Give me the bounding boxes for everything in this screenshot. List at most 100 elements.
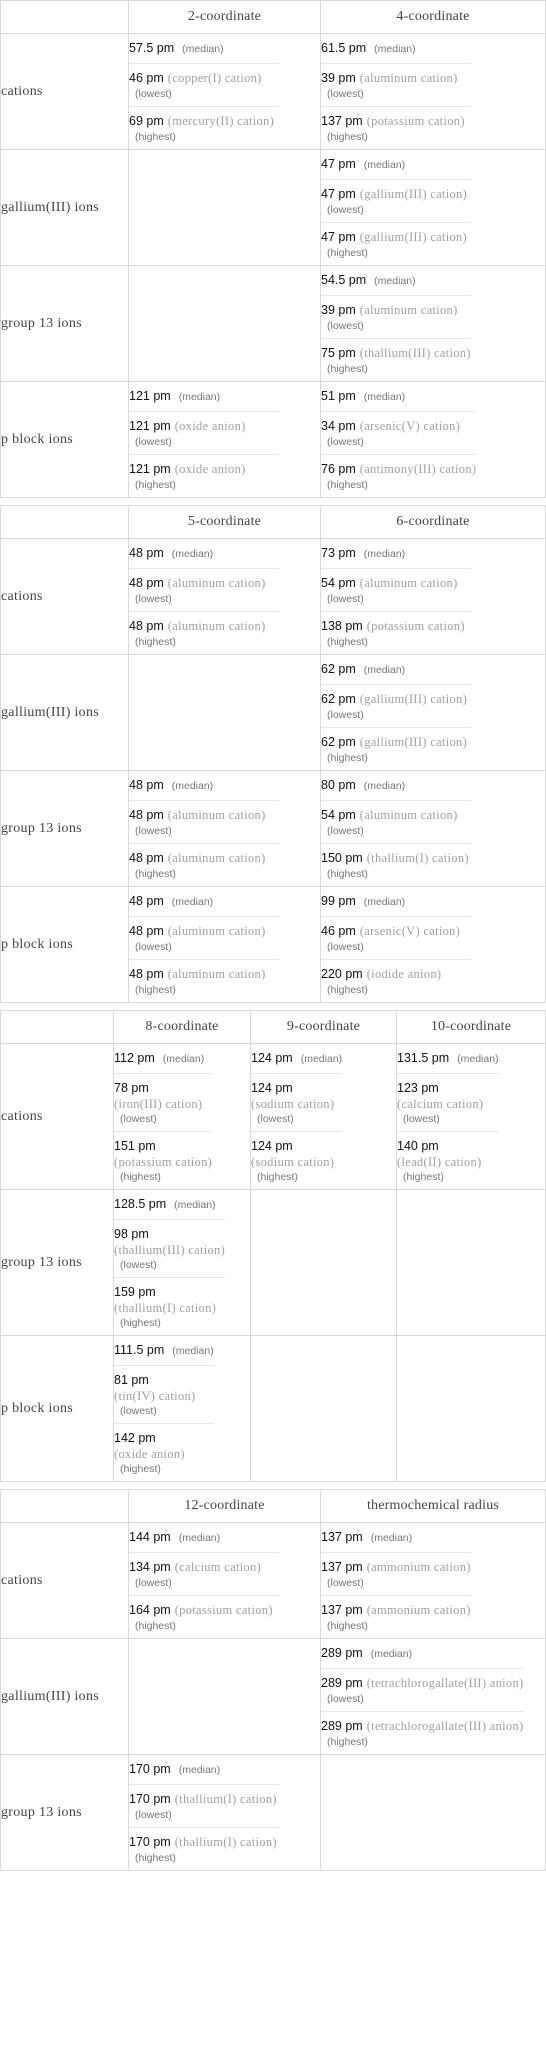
- stat-list: 61.5 pm (median) 39 pm (aluminum cation) …: [321, 34, 471, 149]
- median-tag: (median): [370, 1532, 413, 1544]
- highest-value: 121 pm: [129, 462, 171, 476]
- lowest-ion: (thallium(III) cation): [114, 1243, 226, 1257]
- value-cell: 128.5 pm (median) 98 pm (thallium(III) ca…: [113, 1189, 251, 1336]
- median-tag: (median): [374, 275, 416, 287]
- highest-value: 48 pm: [129, 967, 164, 981]
- header-row: 2-coordinate 4-coordinate: [0, 0, 546, 34]
- stat-highest: 137 pm (potassium cation) (highest): [321, 107, 471, 149]
- row-header: cations: [0, 1522, 129, 1639]
- lowest-tag: (lowest): [120, 1113, 157, 1125]
- highest-tag: (highest): [327, 479, 368, 491]
- stat-lowest: 78 pm (iron(III) cation) (lowest): [114, 1074, 213, 1132]
- ionic-radii-tables: 2-coordinate 4-coordinate cations 57.5 pm(…: [0, 0, 546, 1871]
- radius-table: 2-coordinate 4-coordinate cations 57.5 pm(…: [0, 0, 546, 498]
- row-header: group 13 ions: [0, 265, 129, 382]
- highest-value: 75 pm: [321, 346, 356, 360]
- column-header: 2-coordinate: [128, 0, 321, 34]
- highest-tag: (highest): [257, 1171, 298, 1183]
- highest-ion: (lead(II) cation): [397, 1155, 482, 1169]
- highest-tag: (highest): [327, 363, 368, 375]
- lowest-value: 81 pm: [114, 1373, 149, 1387]
- median-tag: (median): [178, 1532, 221, 1544]
- highest-value: 138 pm: [321, 619, 363, 633]
- column-header: 12-coordinate: [128, 1489, 321, 1523]
- lowest-value: 98 pm: [114, 1227, 149, 1241]
- column-header: 4-coordinate: [320, 0, 546, 34]
- empty-cell: [396, 1189, 546, 1336]
- highest-tag: (highest): [327, 247, 368, 259]
- median-tag: (median): [300, 1053, 343, 1065]
- stat-list: 73 pm (median) 54 pm (aluminum cation) (l…: [321, 539, 471, 654]
- value-cell: 137 pm (median) 137 pm (ammonium cation) …: [320, 1522, 546, 1639]
- highest-ion: (sodium cation): [251, 1155, 335, 1169]
- lowest-tag: (lowest): [327, 825, 364, 837]
- column-header: 9-coordinate: [250, 1010, 397, 1044]
- lowest-tag: (lowest): [327, 709, 364, 721]
- stat-lowest: 46 pm (copper(I) cation) (lowest): [129, 64, 279, 107]
- highest-ion: (aluminum cation): [167, 967, 266, 981]
- median-value: 61.5 pm: [321, 41, 367, 55]
- highest-value: 76 pm: [321, 462, 356, 476]
- lowest-ion: (oxide anion): [174, 419, 246, 433]
- stat-highest: 48 pm (aluminum cation) (highest): [129, 960, 279, 1002]
- lowest-value: 34 pm: [321, 419, 356, 433]
- stat-list: 121 pm (median) 121 pm (oxide anion) (low…: [129, 382, 279, 497]
- lowest-value: 289 pm: [321, 1676, 363, 1690]
- stat-median: 99 pm (median): [321, 887, 471, 917]
- median-value: 111.5 pm: [114, 1343, 165, 1357]
- stat-lowest: 48 pm (aluminum cation) (lowest): [129, 801, 279, 844]
- stat-highest: 150 pm (thallium(I) cation) (highest): [321, 844, 471, 886]
- lowest-tag: (lowest): [135, 825, 172, 837]
- value-cell: 80 pm (median) 54 pm (aluminum cation) (l…: [320, 770, 546, 887]
- median-value: 47 pm: [321, 157, 356, 171]
- median-value: 128.5 pm: [114, 1197, 167, 1211]
- median-tag: (median): [374, 43, 416, 55]
- stat-median: 170 pm (median): [129, 1755, 279, 1785]
- highest-tag: (highest): [327, 1736, 368, 1748]
- highest-tag: (highest): [135, 868, 176, 880]
- stat-median: 57.5 pm (median): [129, 34, 279, 64]
- table-row: cations 57.5 pm (median) 46 pm (copper(I)…: [0, 33, 546, 150]
- highest-tag: (highest): [327, 1620, 368, 1632]
- row-header: group 13 ions: [0, 1754, 129, 1871]
- lowest-tag: (lowest): [327, 88, 364, 100]
- highest-tag: (highest): [135, 1620, 176, 1632]
- lowest-value: 121 pm: [129, 419, 171, 433]
- empty-cell: [320, 1754, 546, 1871]
- value-cell: 54.5 pm (median) 39 pm (aluminum cation) …: [320, 265, 546, 382]
- stat-lowest: 289 pm (tetrachlorogallate(III) anion) (…: [321, 1669, 524, 1712]
- median-tag: (median): [363, 548, 406, 560]
- table-row: gallium(III) ions 47 pm (median) 47 pm (g…: [0, 149, 546, 266]
- table-row: p block ions 48 pm (median) 48 pm (alumin…: [0, 886, 546, 1003]
- lowest-value: 48 pm: [129, 808, 164, 822]
- highest-tag: (highest): [135, 479, 176, 491]
- highest-value: 159 pm: [114, 1285, 156, 1299]
- header-row: 12-coordinate thermochemical radius: [0, 1489, 546, 1523]
- lowest-tag: (lowest): [327, 593, 364, 605]
- median-value: 289 pm: [321, 1646, 363, 1660]
- stat-highest: 69 pm (mercury(II) cation) (highest): [129, 107, 279, 149]
- highest-value: 151 pm: [114, 1139, 156, 1153]
- lowest-value: 47 pm: [321, 187, 356, 201]
- lowest-value: 134 pm: [129, 1560, 171, 1574]
- highest-ion: (thallium(I) cation): [174, 1835, 277, 1849]
- lowest-tag: (lowest): [327, 941, 364, 953]
- stat-median: 54.5 pm (median): [321, 266, 471, 296]
- lowest-ion: (aluminum cation): [167, 924, 266, 938]
- highest-ion: (thallium(I) cation): [366, 851, 469, 865]
- median-value: 80 pm: [321, 778, 356, 792]
- stat-lowest: 47 pm (gallium(III) cation) (lowest): [321, 180, 471, 223]
- median-tag: (median): [457, 1053, 499, 1065]
- stat-lowest: 121 pm (oxide anion) (lowest): [129, 412, 279, 455]
- lowest-ion: (tetrachlorogallate(III) anion): [366, 1676, 524, 1690]
- value-cell: 144 pm (median) 134 pm (calcium cation) (…: [128, 1522, 321, 1639]
- stat-list: 144 pm (median) 134 pm (calcium cation) (…: [129, 1523, 279, 1638]
- lowest-ion: (aluminum cation): [359, 71, 458, 85]
- median-value: 73 pm: [321, 546, 356, 560]
- stat-list: 54.5 pm (median) 39 pm (aluminum cation) …: [321, 266, 471, 381]
- table-row: p block ions 111.5 pm (median) 81 pm (tin…: [0, 1335, 546, 1482]
- stat-list: 80 pm (median) 54 pm (aluminum cation) (l…: [321, 771, 471, 886]
- empty-cell: [250, 1335, 397, 1482]
- lowest-value: 123 pm: [397, 1081, 439, 1095]
- lowest-value: 48 pm: [129, 924, 164, 938]
